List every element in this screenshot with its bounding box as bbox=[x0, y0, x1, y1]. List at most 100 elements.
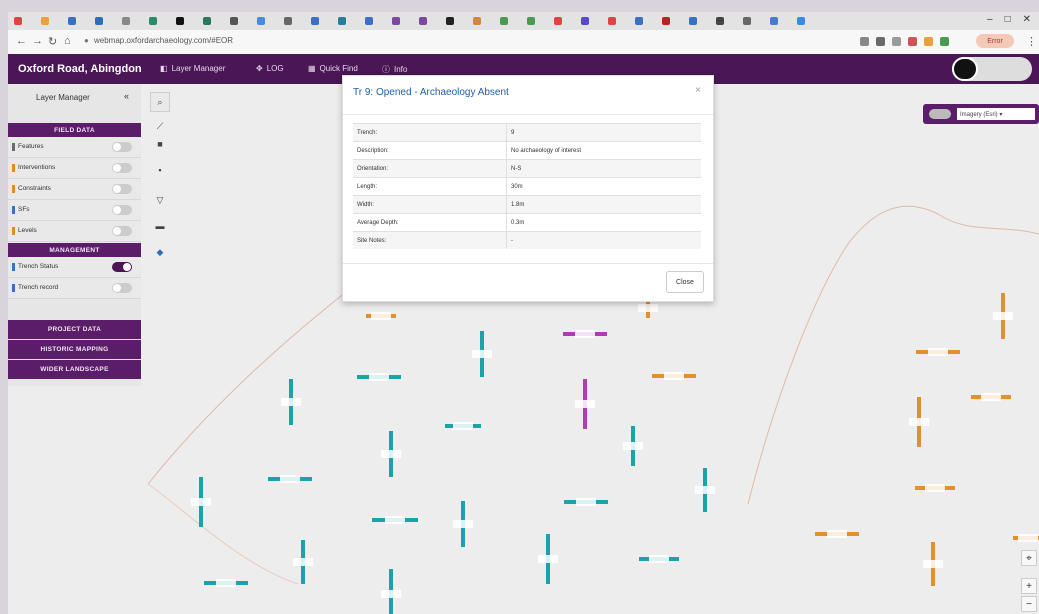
nav-info[interactable]: ⓘ Info bbox=[382, 64, 407, 75]
zoom-in-button[interactable]: + bbox=[1021, 578, 1037, 594]
layer-toggle[interactable] bbox=[112, 205, 132, 215]
browser-tab[interactable] bbox=[419, 15, 427, 27]
reload-icon[interactable]: ↻ bbox=[48, 35, 57, 48]
browser-tab[interactable] bbox=[122, 15, 130, 27]
browser-tab[interactable] bbox=[311, 15, 319, 27]
favicon-icon bbox=[500, 17, 508, 25]
close-icon[interactable]: × bbox=[695, 85, 701, 96]
table-row: Length: 30m bbox=[353, 177, 701, 196]
trench-label-tag bbox=[281, 398, 301, 406]
browser-tab[interactable] bbox=[689, 15, 697, 27]
home-icon[interactable]: ⌂ bbox=[64, 35, 71, 47]
draw-point-tool[interactable]: ■ bbox=[150, 134, 170, 154]
url-field[interactable]: webmap.oxfordarchaeology.com/#EOR bbox=[94, 36, 233, 45]
extension-icon[interactable] bbox=[924, 37, 933, 46]
browser-tab[interactable] bbox=[797, 15, 805, 27]
filter-tool[interactable]: ▽ bbox=[150, 190, 170, 210]
browser-tab[interactable] bbox=[68, 15, 76, 27]
measure-tool[interactable]: ⟋ bbox=[150, 116, 170, 136]
section-wider-landscape[interactable]: WIDER LANDSCAPE bbox=[8, 360, 141, 379]
browser-tab[interactable] bbox=[608, 15, 616, 27]
section-project-data[interactable]: PROJECT DATA bbox=[8, 320, 141, 339]
trench-label-tag bbox=[981, 393, 1001, 401]
extension-icon[interactable] bbox=[892, 37, 901, 46]
close-window-button[interactable]: ✕ bbox=[1023, 14, 1031, 25]
favicon-icon bbox=[365, 17, 373, 25]
row-value: 30m bbox=[506, 177, 701, 196]
basemap-toggle[interactable] bbox=[929, 109, 951, 119]
browser-tab[interactable] bbox=[770, 15, 778, 27]
address-bar: ← → ↻ ⌂ ● webmap.oxfordarchaeology.com/#… bbox=[8, 30, 1039, 55]
layer-toggle[interactable] bbox=[112, 142, 132, 152]
screen: – □ ✕ ← → ↻ ⌂ ● webmap.oxfordarchaeology… bbox=[8, 12, 1039, 614]
favicon-icon bbox=[257, 17, 265, 25]
forward-icon[interactable]: → bbox=[32, 35, 43, 47]
nav-quick-find[interactable]: ▦ Quick Find bbox=[308, 64, 358, 73]
browser-tab[interactable] bbox=[554, 15, 562, 27]
section-historic-mapping[interactable]: HISTORIC MAPPING bbox=[8, 340, 141, 359]
zoom-out-button[interactable]: − bbox=[1021, 596, 1037, 612]
browser-tab[interactable] bbox=[527, 15, 535, 27]
layer-row-trench-status[interactable]: Trench Status bbox=[8, 257, 141, 278]
layer-toggle[interactable] bbox=[112, 184, 132, 194]
nav-log[interactable]: ✥ LOG bbox=[256, 64, 284, 73]
browser-tab[interactable] bbox=[338, 15, 346, 27]
browser-tab[interactable] bbox=[581, 15, 589, 27]
nav-layer-manager[interactable]: ◧ Layer Manager bbox=[160, 64, 225, 73]
layer-row-features[interactable]: Features bbox=[8, 137, 141, 158]
browser-tab[interactable] bbox=[635, 15, 643, 27]
layer-toggle[interactable] bbox=[112, 283, 132, 293]
layer-row-trench-record[interactable]: Trench record bbox=[8, 278, 141, 299]
layer-toggle[interactable] bbox=[112, 226, 132, 236]
layer-row-sfs[interactable]: SFs bbox=[8, 200, 141, 221]
back-icon[interactable]: ← bbox=[16, 35, 27, 47]
menu-icon[interactable]: ⋮ bbox=[1026, 35, 1037, 48]
browser-tab[interactable] bbox=[365, 15, 373, 27]
section-field-data[interactable]: FIELD DATA bbox=[8, 123, 141, 137]
browser-tab[interactable] bbox=[203, 15, 211, 27]
browser-tab[interactable] bbox=[14, 15, 22, 27]
extension-icon[interactable] bbox=[860, 37, 869, 46]
favicon-icon bbox=[635, 17, 643, 25]
browser-tab[interactable] bbox=[446, 15, 454, 27]
basemap-select[interactable]: Imagery (Esri) ▾ bbox=[957, 108, 1035, 120]
minimize-button[interactable]: – bbox=[987, 14, 993, 25]
extension-icon[interactable] bbox=[940, 37, 949, 46]
browser-tab[interactable] bbox=[473, 15, 481, 27]
close-button[interactable]: Close bbox=[666, 271, 704, 293]
layer-row-constraints[interactable]: Constraints bbox=[8, 179, 141, 200]
browser-tab[interactable] bbox=[743, 15, 751, 27]
layer-toggle[interactable] bbox=[112, 163, 132, 173]
section-management[interactable]: MANAGEMENT bbox=[8, 243, 141, 257]
browser-tab[interactable] bbox=[95, 15, 103, 27]
browser-tab[interactable] bbox=[149, 15, 157, 27]
collapse-icon[interactable]: « bbox=[124, 91, 129, 101]
browser-tab[interactable] bbox=[176, 15, 184, 27]
maximize-button[interactable]: □ bbox=[1005, 14, 1011, 25]
extension-icon[interactable] bbox=[876, 37, 885, 46]
browser-tab[interactable] bbox=[716, 15, 724, 27]
favicon-icon bbox=[338, 17, 346, 25]
profile-button[interactable]: Error bbox=[976, 34, 1014, 48]
locate-icon: ⌖ bbox=[1026, 552, 1032, 564]
browser-tab[interactable] bbox=[41, 15, 49, 27]
row-value: N-S bbox=[506, 159, 701, 178]
extension-icon[interactable] bbox=[908, 37, 917, 46]
browser-tab[interactable] bbox=[257, 15, 265, 27]
browser-tab[interactable] bbox=[392, 15, 400, 27]
search-tool[interactable]: ⌕ bbox=[150, 92, 170, 112]
browser-tab[interactable] bbox=[230, 15, 238, 27]
theme-toggle[interactable] bbox=[952, 57, 1032, 81]
trench-info-modal: Tr 9: Opened - Archaeology Absent × Tren… bbox=[342, 75, 714, 302]
browser-tab[interactable] bbox=[500, 15, 508, 27]
layer-row-levels[interactable]: Levels bbox=[8, 221, 141, 242]
browser-tab[interactable] bbox=[662, 15, 670, 27]
layer-row-interventions[interactable]: Interventions bbox=[8, 158, 141, 179]
marker-tool[interactable]: ◆ bbox=[150, 242, 170, 262]
delete-tool[interactable]: ▪ bbox=[150, 160, 170, 180]
locate-button[interactable]: ⌖ bbox=[1021, 550, 1037, 566]
layer-swatch bbox=[12, 284, 15, 292]
print-tool[interactable]: ▬ bbox=[150, 216, 170, 236]
browser-tab[interactable] bbox=[284, 15, 292, 27]
layer-toggle[interactable] bbox=[112, 262, 132, 272]
